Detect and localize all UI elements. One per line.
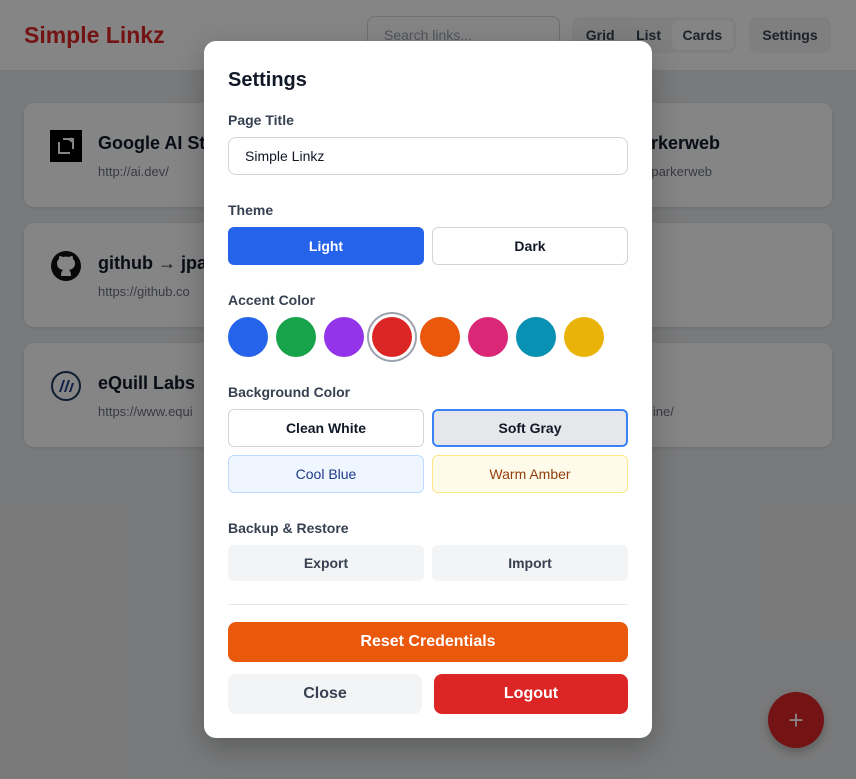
backup-restore-label: Backup & Restore <box>228 520 349 536</box>
import-button[interactable]: Import <box>432 545 628 581</box>
bg-soft-gray-button[interactable]: Soft Gray <box>432 409 628 447</box>
theme-light-button[interactable]: Light <box>228 227 424 265</box>
theme-dark-button[interactable]: Dark <box>432 227 628 265</box>
page-title-input[interactable]: Simple Linkz <box>228 137 628 175</box>
accent-swatch-blue[interactable] <box>228 317 268 357</box>
divider <box>228 604 628 605</box>
page-title-label: Page Title <box>228 112 294 128</box>
accent-swatch-orange[interactable] <box>420 317 460 357</box>
accent-swatch-cyan[interactable] <box>516 317 556 357</box>
accent-swatch-green[interactable] <box>276 317 316 357</box>
export-button[interactable]: Export <box>228 545 424 581</box>
logout-button[interactable]: Logout <box>434 674 628 714</box>
accent-swatch-yellow[interactable] <box>564 317 604 357</box>
accent-swatch-pink[interactable] <box>468 317 508 357</box>
background-color-label: Background Color <box>228 384 351 400</box>
settings-modal: Settings Page Title Simple Linkz Theme L… <box>204 41 652 738</box>
accent-swatch-purple[interactable] <box>324 317 364 357</box>
reset-credentials-button[interactable]: Reset Credentials <box>228 622 628 662</box>
bg-clean-white-button[interactable]: Clean White <box>228 409 424 447</box>
bg-warm-amber-button[interactable]: Warm Amber <box>432 455 628 493</box>
close-button[interactable]: Close <box>228 674 422 714</box>
accent-swatch-red[interactable] <box>372 317 412 357</box>
modal-title: Settings <box>228 69 307 91</box>
bg-cool-blue-button[interactable]: Cool Blue <box>228 455 424 493</box>
theme-label: Theme <box>228 202 274 218</box>
accent-color-label: Accent Color <box>228 292 316 308</box>
